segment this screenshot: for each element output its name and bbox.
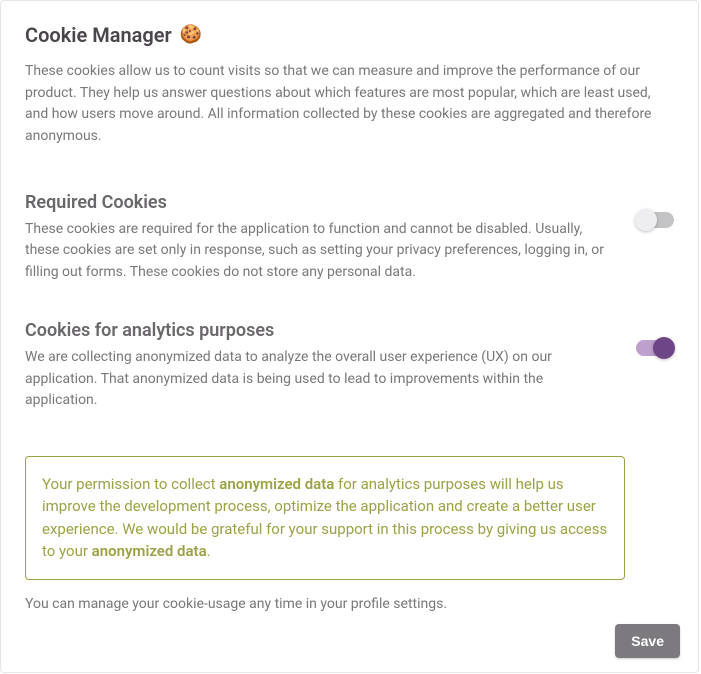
- analytics-cookies-desc: We are collecting anonymized data to ana…: [25, 347, 616, 412]
- save-button[interactable]: Save: [615, 624, 680, 658]
- analytics-cookies-title: Cookies for analytics purposes: [25, 320, 616, 341]
- callout-bold2: anonymized data: [92, 542, 207, 560]
- cookie-manager-dialog: Cookie Manager 🍪 These cookies allow us …: [0, 0, 699, 673]
- dialog-header: Cookie Manager 🍪: [25, 23, 674, 47]
- required-cookies-desc: These cookies are required for the appli…: [25, 219, 616, 284]
- required-cookies-title: Required Cookies: [25, 192, 616, 213]
- footer-note: You can manage your cookie-usage any tim…: [25, 596, 674, 612]
- analytics-callout: Your permission to collect anonymized da…: [25, 456, 625, 580]
- required-cookies-text: Required Cookies These cookies are requi…: [25, 192, 616, 284]
- intro-text: These cookies allow us to count visits s…: [25, 61, 674, 148]
- toggle-knob-icon: [635, 209, 657, 231]
- required-cookies-toggle: [636, 212, 674, 228]
- analytics-cookies-text: Cookies for analytics purposes We are co…: [25, 320, 616, 412]
- analytics-cookies-section: Cookies for analytics purposes We are co…: [25, 304, 674, 432]
- callout-pre: Your permission to collect: [42, 475, 219, 493]
- callout-text: Your permission to collect anonymized da…: [42, 473, 608, 563]
- dialog-title: Cookie Manager: [25, 23, 172, 47]
- callout-bold1: anonymized data: [219, 475, 334, 493]
- callout-post: .: [207, 542, 211, 560]
- analytics-cookies-toggle[interactable]: [636, 340, 674, 356]
- dialog-actions: Save: [615, 624, 680, 658]
- toggle-knob-icon: [653, 337, 675, 359]
- required-cookies-section: Required Cookies These cookies are requi…: [25, 176, 674, 304]
- cookie-icon: 🍪: [180, 26, 202, 44]
